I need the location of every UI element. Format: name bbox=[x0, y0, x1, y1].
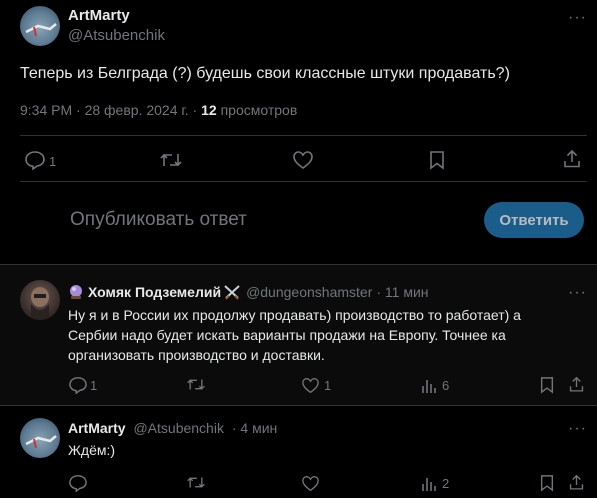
tweet-meta: 9:34 PM · 28 февр. 2024 г. · 12 просмотр… bbox=[20, 102, 297, 118]
author-handle[interactable]: @Atsubenchik bbox=[68, 27, 165, 44]
reply-text: Ждём:) bbox=[68, 442, 116, 458]
share-icon[interactable] bbox=[568, 376, 585, 393]
divider bbox=[20, 181, 587, 182]
reply-count: 1 bbox=[49, 154, 57, 169]
like-icon[interactable] bbox=[301, 377, 320, 394]
reply-icon[interactable] bbox=[68, 376, 88, 394]
retweet-icon[interactable] bbox=[159, 150, 183, 170]
like-count: 1 bbox=[324, 378, 332, 393]
author-name[interactable]: ArtMarty bbox=[68, 7, 130, 24]
reply-count: 1 bbox=[90, 378, 98, 393]
views-count: 6 bbox=[442, 378, 450, 393]
tweet-text: Теперь из Белграда (?) будешь свои класс… bbox=[20, 65, 510, 82]
like-icon[interactable] bbox=[301, 475, 320, 492]
divider bbox=[0, 405, 597, 406]
views-count: 2 bbox=[442, 476, 450, 491]
views-label: просмотров bbox=[216, 102, 298, 118]
reply-input[interactable]: Опубликовать ответ bbox=[70, 209, 247, 231]
bookmark-icon[interactable] bbox=[539, 474, 555, 492]
tweet-timestamp[interactable]: 9:34 PM · 28 февр. 2024 г. · bbox=[20, 102, 201, 118]
views-count: 12 bbox=[201, 102, 217, 118]
reply-time[interactable]: · 11 мин bbox=[376, 284, 428, 300]
crystal-ball-icon bbox=[68, 284, 84, 300]
reply-header: ArtMarty @Atsubenchik · 4 мин bbox=[68, 420, 277, 436]
divider bbox=[20, 135, 587, 136]
retweet-icon[interactable] bbox=[186, 474, 206, 491]
reply-button[interactable]: Ответить bbox=[484, 202, 584, 238]
avatar-image bbox=[31, 287, 49, 320]
author-handle[interactable]: @Atsubenchik bbox=[133, 420, 223, 436]
avatar[interactable] bbox=[20, 418, 60, 458]
author-name[interactable]: Хомяк Подземелий bbox=[88, 284, 221, 300]
like-icon[interactable] bbox=[292, 150, 314, 170]
avatar-image bbox=[25, 435, 57, 449]
share-icon[interactable] bbox=[562, 149, 582, 169]
bookmark-icon[interactable] bbox=[428, 150, 446, 170]
views-icon[interactable] bbox=[421, 476, 437, 492]
avatar[interactable] bbox=[20, 280, 60, 320]
reply-text: Ну я и в России их продолжу продавать) п… bbox=[68, 307, 521, 363]
more-icon[interactable]: ··· bbox=[568, 285, 587, 301]
more-icon[interactable]: ··· bbox=[568, 421, 587, 437]
author-name[interactable]: ArtMarty bbox=[68, 420, 126, 436]
reply-time[interactable]: · 4 мин bbox=[232, 420, 277, 436]
views-icon[interactable] bbox=[421, 378, 437, 394]
reply-header: Хомяк Подземелий @dungeonshamster · 11 м… bbox=[68, 284, 429, 300]
bookmark-icon[interactable] bbox=[539, 376, 555, 394]
avatar-image bbox=[25, 23, 57, 37]
reply-icon[interactable] bbox=[68, 474, 88, 492]
retweet-icon[interactable] bbox=[186, 376, 206, 393]
reply-icon[interactable] bbox=[24, 150, 46, 170]
share-icon[interactable] bbox=[568, 474, 585, 491]
more-icon[interactable]: ··· bbox=[568, 10, 587, 26]
avatar[interactable] bbox=[20, 6, 60, 46]
author-handle[interactable]: @dungeonshamster bbox=[246, 284, 372, 300]
crossed-swords-icon bbox=[223, 284, 241, 300]
